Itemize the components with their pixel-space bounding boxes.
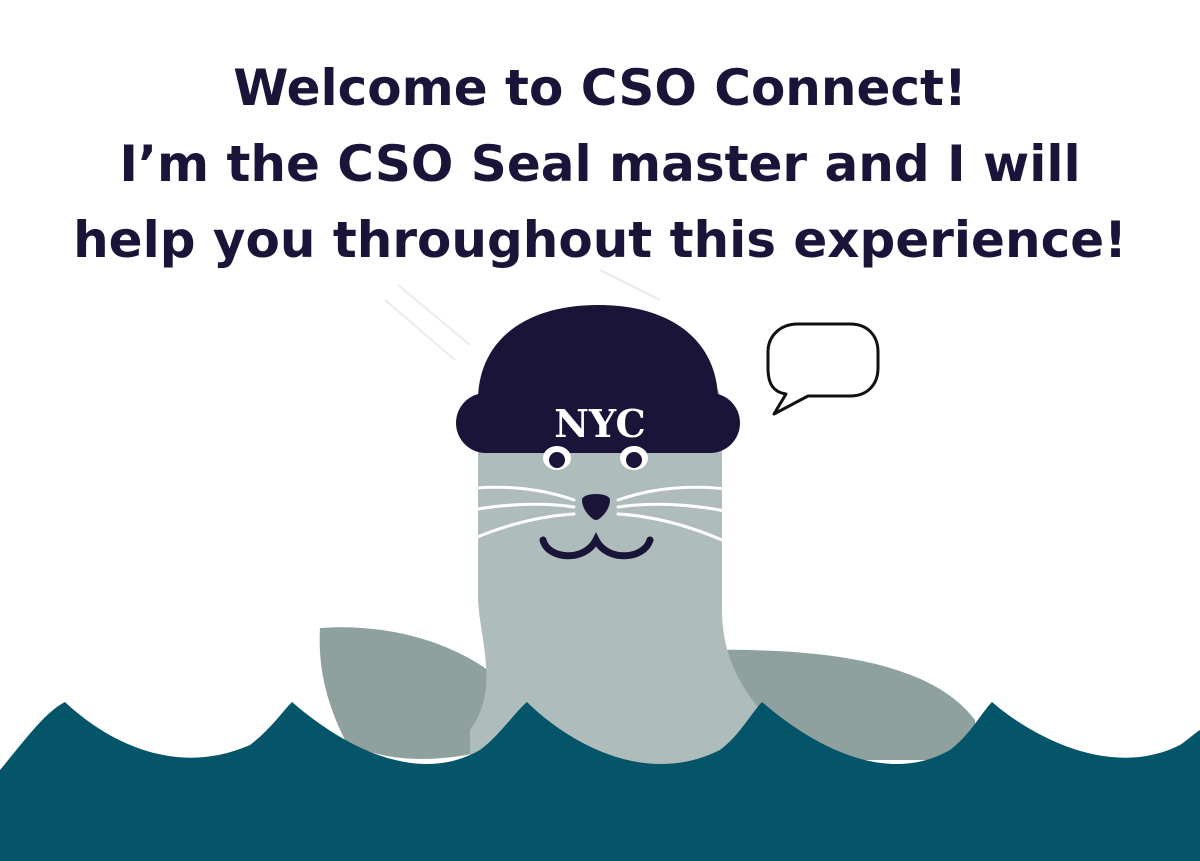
left-pupil (549, 452, 565, 468)
seal-mascot-illustration: NYC (0, 269, 1200, 861)
speech-bubble-icon (766, 322, 880, 416)
hat-label: NYC (554, 401, 645, 446)
beanie-hat: NYC (456, 305, 740, 453)
hat-crown (477, 305, 719, 405)
welcome-screen: Welcome to CSO Connect! I’m the CSO Seal… (0, 0, 1200, 861)
right-pupil (626, 452, 642, 468)
